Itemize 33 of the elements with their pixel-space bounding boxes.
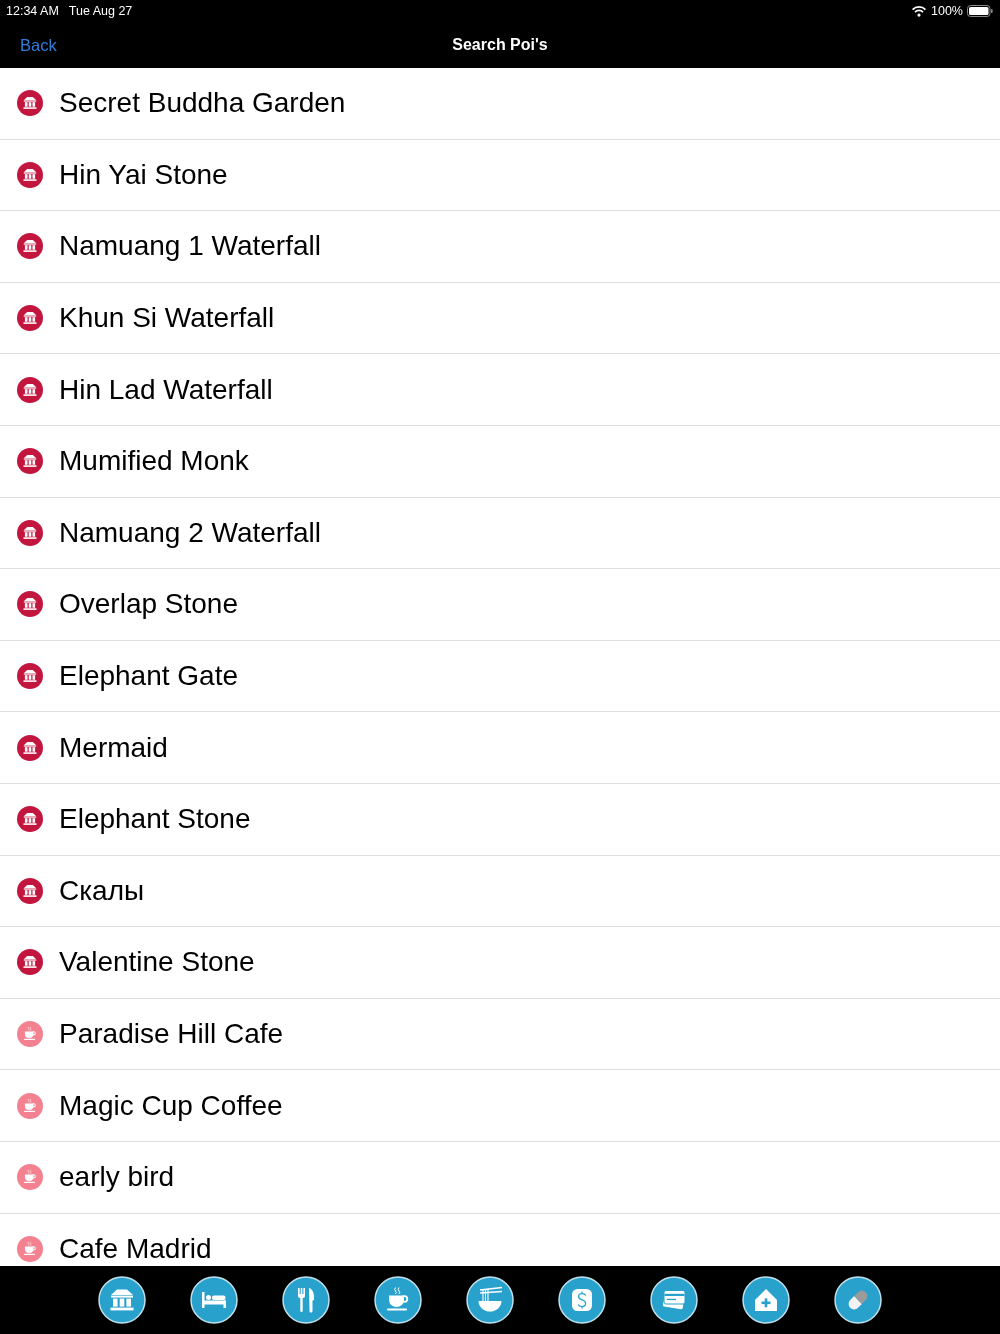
coffee-cup-icon xyxy=(17,1164,43,1191)
cards-icon[interactable] xyxy=(650,1276,698,1324)
museum-icon xyxy=(17,877,43,904)
nav-title: Search Poi's xyxy=(452,35,548,55)
museum-icon xyxy=(17,806,43,833)
coffee-cup-icon xyxy=(17,1235,43,1262)
wifi-icon xyxy=(911,5,927,17)
museum-icon xyxy=(17,519,43,546)
pill-icon[interactable] xyxy=(834,1276,882,1324)
museum-icon xyxy=(17,448,43,475)
status-date: Tue Aug 27 xyxy=(68,4,133,18)
museum-icon[interactable] xyxy=(98,1276,146,1324)
back-button[interactable]: Back xyxy=(20,35,57,55)
museum-icon xyxy=(17,90,43,117)
museum-icon xyxy=(17,161,43,188)
battery-percentage: 100% xyxy=(931,4,963,18)
coffee-cup-icon xyxy=(17,1092,43,1119)
fork-knife-icon[interactable] xyxy=(282,1276,330,1324)
status-time: 12:34 AM xyxy=(6,4,59,18)
museum-icon xyxy=(17,734,43,761)
dollar-icon[interactable] xyxy=(558,1276,606,1324)
coffee-cup-icon xyxy=(17,1021,43,1047)
coffee-cup-icon[interactable] xyxy=(374,1276,422,1324)
battery-icon xyxy=(967,5,993,17)
museum-icon xyxy=(17,663,43,690)
museum-icon xyxy=(17,949,43,976)
museum-icon xyxy=(17,233,43,260)
house-plus-icon[interactable] xyxy=(742,1276,790,1324)
noodle-bowl-icon[interactable] xyxy=(466,1276,514,1324)
museum-icon xyxy=(17,305,43,332)
bed-icon[interactable] xyxy=(190,1276,238,1324)
museum-icon xyxy=(17,591,43,618)
museum-icon xyxy=(17,376,43,403)
